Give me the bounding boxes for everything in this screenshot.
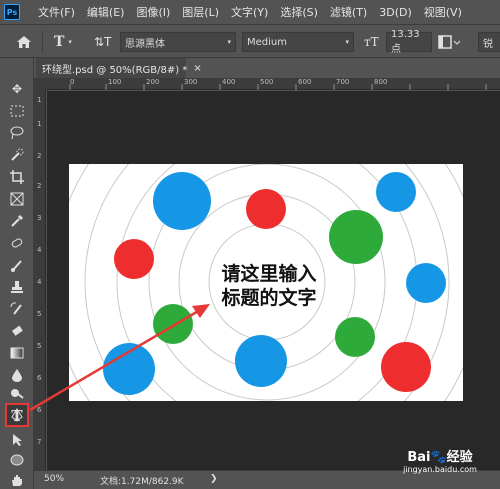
ruler-v-tick: 4: [37, 246, 42, 254]
font-style-select[interactable]: Medium ▾: [242, 32, 354, 52]
document-tab-title: 环绕型.psd @ 50%(RGB/8#) *: [42, 64, 188, 76]
zoom-level[interactable]: 50%: [44, 474, 64, 484]
menu-type[interactable]: 文字(Y): [231, 4, 268, 20]
marquee-tool-icon[interactable]: [8, 102, 26, 120]
green-circle: [329, 210, 383, 264]
watermark-brand: Bai🐾经验: [407, 450, 473, 465]
ellipse-tool-icon[interactable]: [8, 451, 26, 469]
red-circle: [246, 189, 286, 229]
type-tool-preset-icon[interactable]: T ▾: [54, 32, 72, 52]
blue-circle: [103, 343, 155, 395]
ruler-v-tick: 7: [37, 438, 42, 446]
quick-select-icon[interactable]: [8, 146, 26, 164]
document-tab[interactable]: 环绕型.psd @ 50%(RGB/8#) * ×: [36, 58, 202, 78]
ruler-v-tick: 1: [37, 120, 42, 128]
dodge-tool-icon[interactable]: [8, 384, 26, 402]
chevron-down-icon: ▾: [345, 38, 349, 46]
menu-view[interactable]: 视图(V): [424, 4, 462, 20]
document-size[interactable]: 文档:1.72M/862.9K: [100, 474, 184, 487]
photoshop-logo[interactable]: Ps: [4, 4, 20, 20]
watermark: Bai🐾经验 jingyan.baidu.com: [380, 446, 500, 486]
blue-circle: [376, 172, 416, 212]
red-circle: [114, 239, 154, 279]
green-circle: [335, 317, 375, 357]
menu-image[interactable]: 图像(I): [136, 4, 170, 20]
blue-circle: [235, 335, 287, 387]
ruler-v-tick: 5: [37, 310, 42, 318]
headline-line-2[interactable]: 标题的文字: [221, 286, 316, 309]
ruler-h-tick: 600: [298, 78, 312, 86]
font-family-value: 思源黑体: [125, 38, 165, 50]
home-icon[interactable]: [16, 32, 32, 52]
font-size-value: 13.33 点: [391, 29, 420, 55]
menu-edit[interactable]: 编辑(E): [87, 4, 125, 20]
ruler-h-tick: 0: [70, 78, 75, 86]
eraser-icon[interactable]: [8, 322, 26, 340]
ruler-h-tick: 200: [146, 78, 160, 86]
antialias-icon[interactable]: [438, 32, 460, 52]
ruler-v-tick: 4: [37, 278, 42, 286]
ruler-v-tick: 2: [37, 152, 42, 160]
menu-layer[interactable]: 图层(L): [182, 4, 219, 20]
ruler-h-tick: 300: [184, 78, 198, 86]
clone-stamp-icon[interactable]: [8, 278, 26, 296]
blue-circle: [153, 172, 211, 230]
ruler-v-tick: 5: [37, 342, 42, 350]
tools-panel: ✥ T: [0, 58, 34, 489]
antialias-select[interactable]: 锐: [478, 32, 500, 52]
menu-filter[interactable]: 滤镜(T): [330, 4, 367, 20]
blur-tool-icon[interactable]: [8, 366, 26, 384]
ruler-h-tick: 500: [260, 78, 274, 86]
close-tab-icon[interactable]: ×: [193, 63, 201, 74]
frame-tool-icon[interactable]: [8, 190, 26, 208]
watermark-url: jingyan.baidu.com: [403, 465, 477, 474]
ruler-h-tick: 100: [108, 78, 122, 86]
crop-tool-icon[interactable]: [8, 168, 26, 186]
headline-line-1[interactable]: 请这里输入: [221, 262, 316, 285]
healing-brush-icon[interactable]: [8, 234, 26, 252]
antialias-value: 锐: [483, 38, 493, 50]
font-size-select[interactable]: 13.33 点: [386, 29, 432, 55]
gradient-tool-icon[interactable]: [8, 344, 26, 362]
document-canvas[interactable]: 请这里输入 标题的文字: [69, 164, 463, 401]
menu-select[interactable]: 选择(S): [280, 4, 318, 20]
green-circle: [153, 304, 193, 344]
font-size-icon: тT: [364, 35, 379, 49]
menu-file[interactable]: 文件(F): [38, 4, 75, 20]
type-tool-icon[interactable]: T: [8, 407, 26, 425]
vertical-ruler[interactable]: 1 1 2 2 3 4 4 5 5 6 6 7: [34, 90, 46, 470]
status-menu-arrow[interactable]: ❯: [210, 474, 218, 484]
lasso-tool-icon[interactable]: [8, 124, 26, 142]
ruler-v-tick: 6: [37, 406, 42, 414]
font-style-value: Medium: [247, 36, 287, 48]
path-selection-icon[interactable]: [8, 431, 26, 449]
font-family-select[interactable]: 思源黑体 ▾: [120, 32, 236, 52]
ruler-v-tick: 1: [37, 96, 42, 104]
ruler-corner[interactable]: [34, 78, 46, 90]
text-orientation-icon[interactable]: ⇅T: [94, 32, 111, 52]
menu-bar: Ps 文件(F) 编辑(E) 图像(I) 图层(L) 文字(Y) 选择(S) 滤…: [0, 0, 500, 24]
ruler-h-tick: 800: [374, 78, 388, 86]
ruler-h-tick: 400: [222, 78, 236, 86]
blue-circle: [406, 263, 446, 303]
chevron-down-icon: ▾: [227, 38, 231, 46]
brush-tool-icon[interactable]: [8, 256, 26, 274]
ruler-h-tick: 700: [336, 78, 350, 86]
eyedropper-icon[interactable]: [8, 212, 26, 230]
horizontal-ruler[interactable]: 0 100 200 300 400 500 600 700 800: [46, 78, 500, 90]
red-circle: [381, 342, 431, 392]
ruler-v-tick: 2: [37, 182, 42, 190]
ruler-v-tick: 6: [37, 374, 42, 382]
ruler-v-tick: 3: [37, 214, 42, 222]
hand-tool-icon[interactable]: [8, 471, 26, 489]
menu-3d[interactable]: 3D(D): [379, 6, 412, 19]
history-brush-icon[interactable]: [8, 300, 26, 318]
move-tool-icon[interactable]: ✥: [8, 80, 26, 98]
options-bar: T ▾ ⇅T 思源黑体 ▾ Medium ▾ тT 13.33 点 锐: [0, 24, 500, 58]
